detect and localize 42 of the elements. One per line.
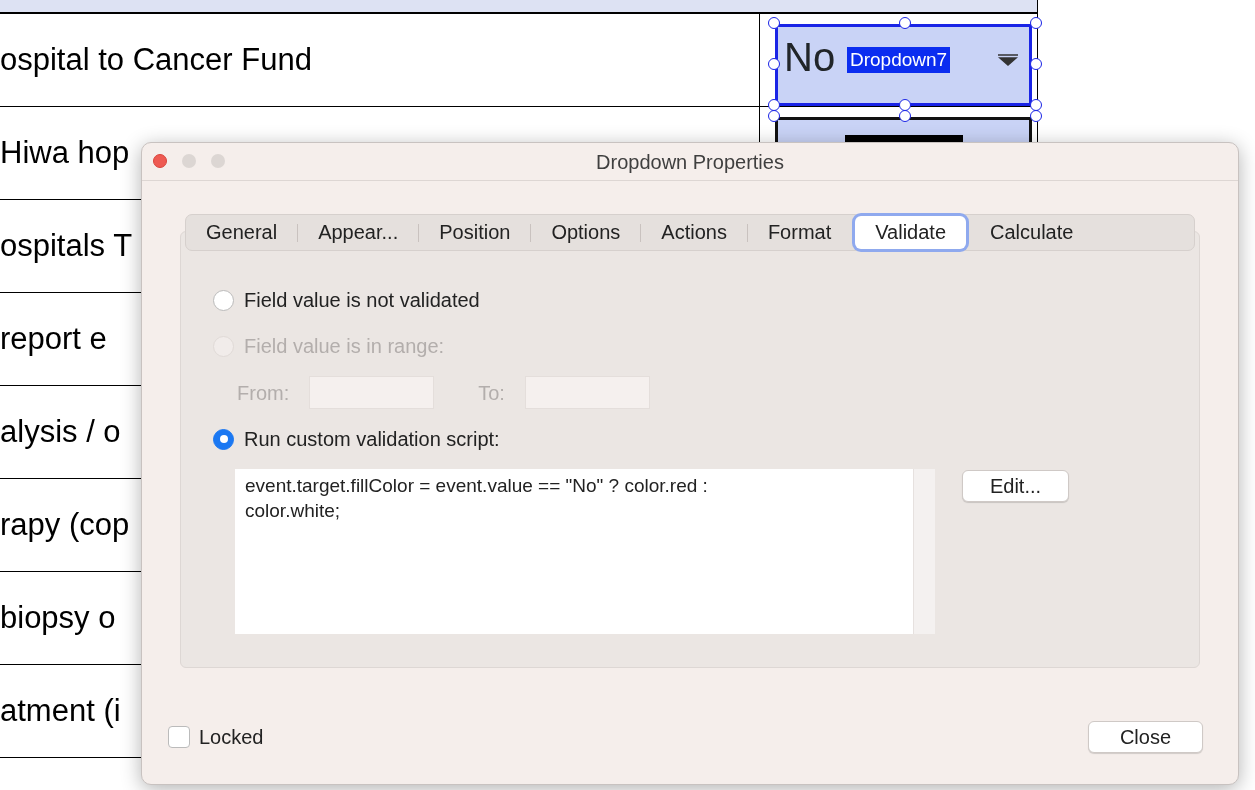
radio-label: Run custom validation script: (244, 427, 500, 452)
window-title: Dropdown Properties (596, 150, 784, 173)
radio-button[interactable] (213, 428, 234, 450)
table-cell-text: rapy (cop (0, 505, 130, 544)
table-cell-text: alysis / o (0, 412, 121, 451)
radio-label: Field value is not validated (244, 288, 480, 313)
field-value: No (784, 34, 836, 81)
resize-handle[interactable] (1029, 17, 1042, 29)
dropdown-field[interactable]: No Dropdown7 (775, 24, 1032, 106)
caret-icon[interactable] (997, 54, 1019, 66)
table-cell-text: biopsy o (0, 598, 116, 637)
tab[interactable]: Format (747, 216, 852, 249)
resize-handle[interactable] (768, 57, 780, 70)
table-cell-text: report e (0, 319, 107, 358)
resize-handle[interactable] (768, 110, 780, 122)
checkbox[interactable] (168, 726, 190, 748)
table-cell-text: ospital to Cancer Fund (0, 40, 312, 79)
radio-label: Field value is in range: (244, 334, 445, 359)
close-icon[interactable] (153, 154, 167, 168)
resize-handle[interactable] (1029, 110, 1042, 122)
table-cell-text: ospitals T (0, 226, 133, 265)
checkbox-label: Locked (199, 725, 264, 750)
field-name: Dropdown7 (847, 47, 951, 73)
table-cell-text: atment (i (0, 691, 121, 730)
tab[interactable]: Position (419, 216, 531, 249)
resize-handle[interactable] (768, 98, 780, 111)
from-label: From: (237, 380, 290, 406)
tab[interactable]: Actions (641, 216, 747, 249)
tab[interactable]: Options (531, 216, 641, 249)
close-button[interactable]: Close (1088, 721, 1203, 753)
resize-handle[interactable] (898, 17, 911, 29)
edit-button[interactable]: Edit... (962, 470, 1069, 502)
to-label: To: (478, 380, 505, 406)
radio-button[interactable] (213, 289, 234, 311)
script-field[interactable]: event.target.fillColor = event.value == "No" ? color.red : color.white; (235, 469, 935, 634)
tab[interactable]: General (186, 216, 298, 249)
resize-handle[interactable] (898, 110, 911, 122)
tab[interactable]: Validate (855, 216, 967, 249)
table-cell-text: Hiwa hop (0, 133, 130, 172)
resize-handle[interactable] (768, 17, 780, 29)
tab[interactable]: Calculate (970, 216, 1094, 249)
tab[interactable]: Appear... (298, 216, 419, 249)
